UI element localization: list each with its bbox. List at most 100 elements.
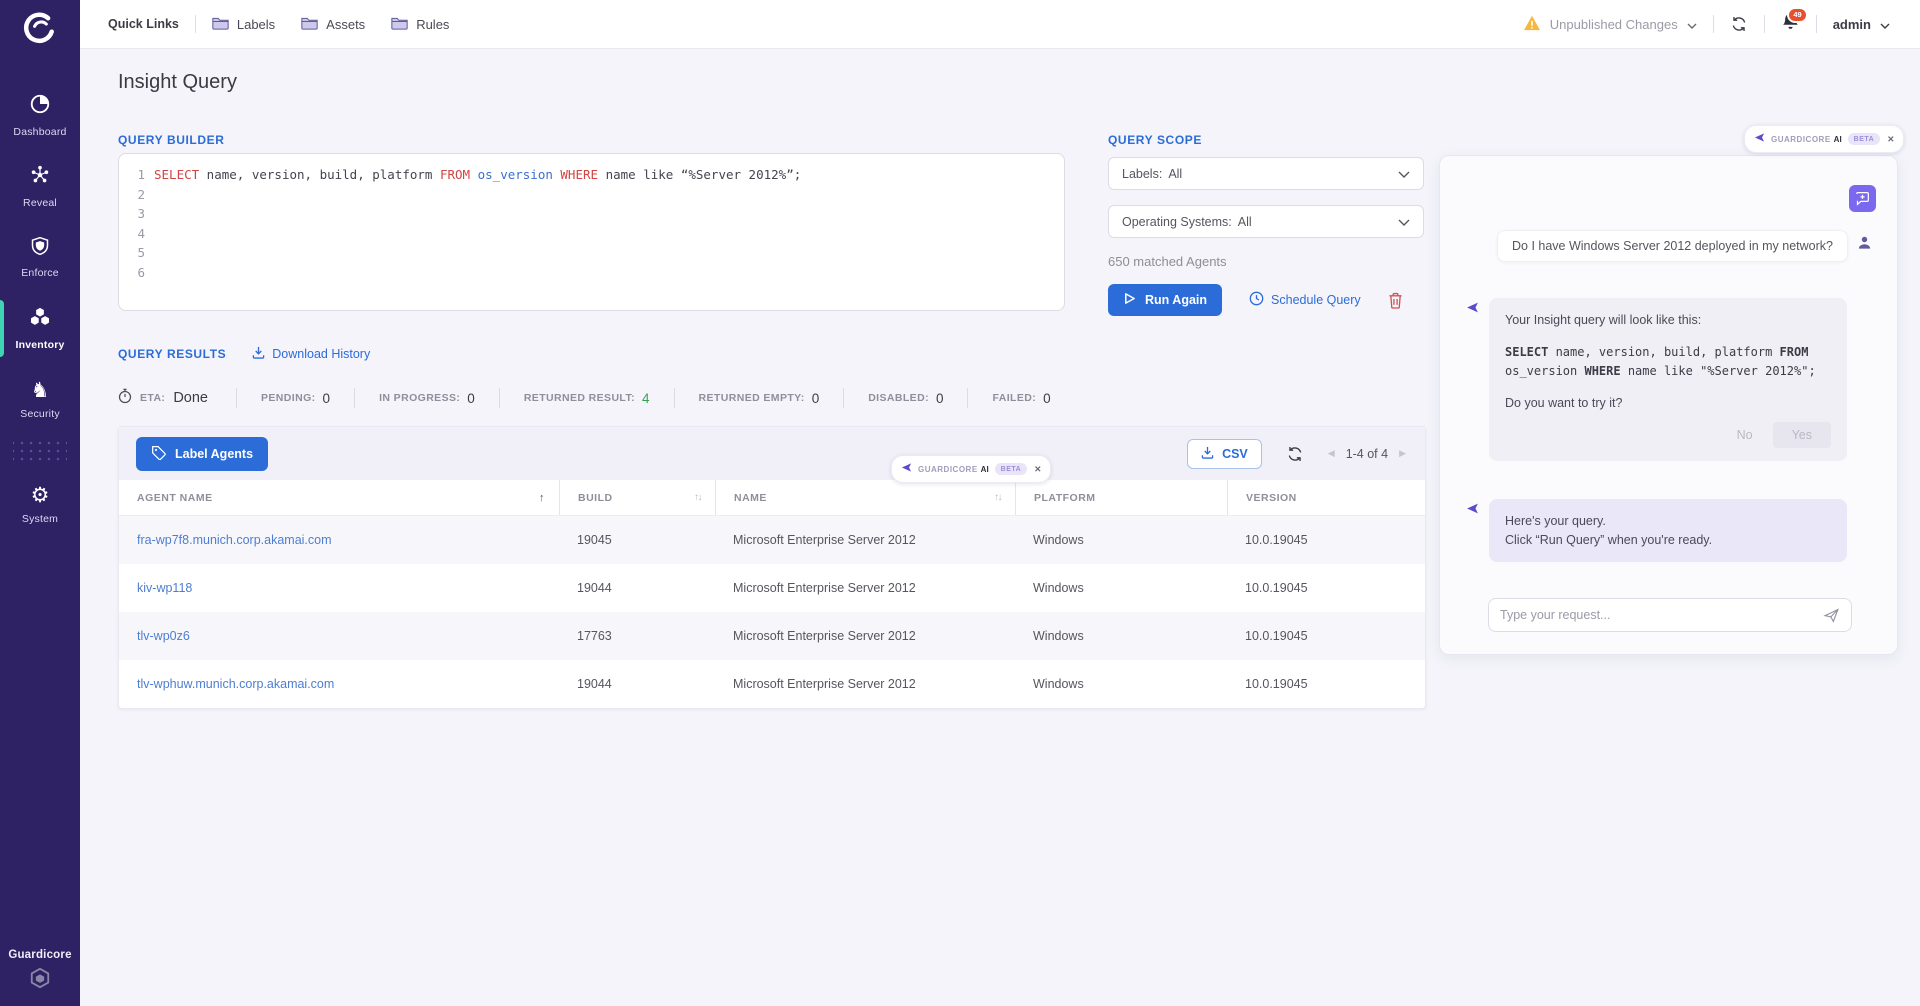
dashboard-icon [29, 93, 51, 120]
column-header-name[interactable]: NAME ↑↓ [715, 480, 1015, 515]
version-cell: 10.0.19045 [1227, 533, 1427, 547]
delete-query-trash-icon[interactable] [1388, 292, 1403, 309]
chat-input[interactable] [1500, 608, 1823, 622]
user-message-row: Do I have Windows Server 2012 deployed i… [1466, 230, 1872, 262]
query-builder-section-title: QUERY BUILDER [118, 133, 224, 147]
notification-count-badge: 49 [1787, 7, 1807, 23]
line-number: 1 [132, 165, 145, 185]
sql-keyword: WHERE [560, 167, 598, 182]
pagination-next-icon[interactable]: ▶ [1399, 448, 1406, 459]
stat-label: IN PROGRESS: [379, 392, 460, 404]
column-header-agent-name[interactable]: AGENT NAME ↑ [119, 480, 559, 515]
paper-plane-icon [1754, 130, 1765, 148]
sql-text: name, version, build, platform [1548, 345, 1779, 359]
labels-filter-value: All [1168, 167, 1182, 181]
divider [1816, 15, 1817, 33]
user-menu[interactable]: admin [1833, 17, 1890, 32]
table-toolbar: Label Agents CSV ◀ 1-4 of 4 ▶ [119, 427, 1425, 480]
warning-icon [1523, 15, 1541, 34]
stat-value: 0 [1043, 391, 1051, 406]
build-cell: 19044 [559, 581, 715, 595]
knight-icon: ♞ [31, 380, 50, 402]
stat-label: PENDING: [261, 392, 316, 404]
quick-link-assets[interactable]: Assets [301, 16, 365, 33]
sidebar-item-enforce[interactable]: Enforce [0, 222, 80, 293]
sidebar-item-label: System [22, 513, 58, 525]
sql-line: 2 [132, 185, 1054, 205]
pagination-prev-icon[interactable]: ◀ [1328, 448, 1335, 459]
sql-line: 3 [132, 204, 1054, 224]
chevron-down-icon [1880, 17, 1890, 32]
notifications-bell-icon[interactable]: 49 [1781, 12, 1800, 36]
send-icon[interactable] [1823, 607, 1840, 624]
name-cell: Microsoft Enterprise Server 2012 [715, 629, 1015, 643]
run-again-button[interactable]: Run Again [1108, 284, 1222, 316]
sort-both-icon[interactable]: ↑↓ [694, 492, 701, 503]
sql-keyword: FROM [1780, 345, 1809, 359]
guardicore-ai-chip[interactable]: GUARDICORE AI BETA ✕ [891, 455, 1051, 483]
sidebar-item-system[interactable]: ⚙ System [0, 469, 80, 540]
stopwatch-icon [118, 388, 132, 409]
labels-filter-select[interactable]: Labels: All [1108, 157, 1424, 190]
guardicore-cube-icon [29, 967, 51, 994]
label-agents-button[interactable]: Label Agents [136, 437, 268, 471]
sort-both-icon[interactable]: ↑↓ [994, 492, 1001, 503]
guardicore-ai-chip[interactable]: GUARDICORE AI BETA ✕ [1744, 125, 1904, 153]
shield-icon [30, 236, 50, 261]
sql-keyword: SELECT [1505, 345, 1548, 359]
ai-message-row: Here's your query. Click “Run Query” whe… [1466, 499, 1847, 563]
name-cell: Microsoft Enterprise Server 2012 [715, 677, 1015, 691]
user-message-bubble: Do I have Windows Server 2012 deployed i… [1497, 230, 1848, 262]
labels-filter-label: Labels: [1122, 167, 1162, 181]
schedule-query-link[interactable]: Schedule Query [1249, 291, 1361, 309]
unpublished-changes-menu[interactable]: Unpublished Changes [1523, 15, 1697, 34]
ai-message-bubble: Here's your query. Click “Run Query” whe… [1489, 499, 1847, 563]
table-row: kiv-wp118 19044 Microsoft Enterprise Ser… [119, 564, 1425, 612]
divider [195, 15, 196, 33]
column-header-platform[interactable]: PLATFORM [1015, 480, 1227, 515]
version-cell: 10.0.19045 [1227, 629, 1427, 643]
agent-name-link[interactable]: fra-wp7f8.munich.corp.akamai.com [137, 533, 332, 547]
sidebar-item-reveal[interactable]: Reveal [0, 151, 80, 222]
close-icon[interactable]: ✕ [1887, 134, 1894, 145]
stat-label: RETURNED RESULT: [524, 392, 635, 404]
table-header-row: AGENT NAME ↑ BUILD ↑↓ NAME ↑↓ PLATFORM V… [119, 480, 1425, 516]
clock-icon [1249, 291, 1264, 309]
username: admin [1833, 17, 1871, 32]
sidebar-item-dashboard[interactable]: Dashboard [0, 80, 80, 151]
column-header-build[interactable]: BUILD ↑↓ [559, 480, 715, 515]
close-icon[interactable]: ✕ [1034, 464, 1041, 475]
platform-cell: Windows [1015, 581, 1227, 595]
download-history-link[interactable]: Download History [252, 346, 370, 362]
sidebar-item-label: Reveal [23, 197, 57, 209]
column-header-version[interactable]: VERSION [1227, 480, 1427, 515]
version-cell: 10.0.19045 [1227, 677, 1427, 691]
new-chat-button[interactable] [1849, 185, 1876, 212]
refresh-icon[interactable] [1730, 15, 1748, 33]
guardicore-logo-icon[interactable] [0, 0, 80, 58]
column-label: PLATFORM [1034, 492, 1096, 504]
answer-buttons: No Yes [1505, 422, 1831, 448]
column-label: BUILD [578, 492, 613, 504]
yes-button[interactable]: Yes [1773, 422, 1831, 448]
stat-in-progress: IN PROGRESS: 0 [354, 388, 499, 408]
sidebar-item-inventory[interactable]: Inventory [0, 293, 80, 364]
sql-editor[interactable]: 1 SELECT name, version, build, platform … [118, 153, 1065, 311]
sort-asc-icon[interactable]: ↑ [539, 492, 545, 504]
stat-value: 0 [812, 391, 820, 406]
table-refresh-icon[interactable] [1286, 445, 1304, 463]
ai-message-row: Your Insight query will look like this: … [1466, 298, 1847, 461]
quick-link-rules[interactable]: Rules [391, 16, 449, 33]
csv-download-button[interactable]: CSV [1187, 439, 1262, 469]
no-button[interactable]: No [1729, 422, 1761, 448]
unpublished-changes-label: Unpublished Changes [1550, 17, 1678, 32]
agent-name-link[interactable]: kiv-wp118 [137, 581, 192, 595]
tag-icon [151, 445, 166, 463]
os-filter-select[interactable]: Operating Systems: All [1108, 205, 1424, 238]
sidebar-item-security[interactable]: ♞ Security [0, 364, 80, 435]
agent-name-link[interactable]: tlv-wphuw.munich.corp.akamai.com [137, 677, 334, 691]
agent-name-link[interactable]: tlv-wp0z6 [137, 629, 190, 643]
stat-pending: PENDING: 0 [236, 388, 354, 408]
name-cell: Microsoft Enterprise Server 2012 [715, 581, 1015, 595]
quick-link-labels[interactable]: Labels [212, 16, 275, 33]
